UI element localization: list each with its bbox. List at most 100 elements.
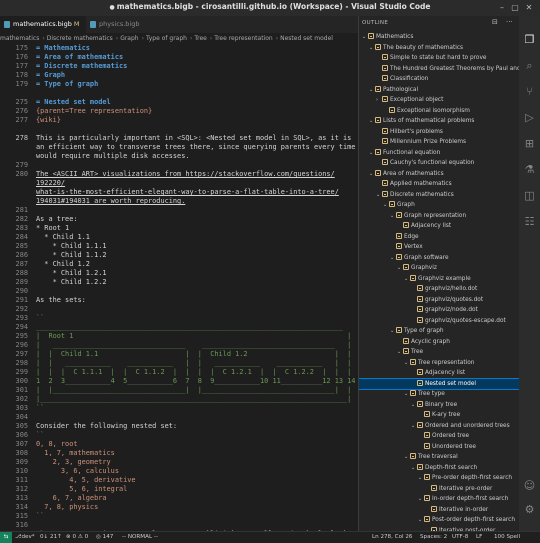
remote-explorer-icon[interactable]: ◫ <box>519 186 540 206</box>
breadcrumb-item[interactable]: Tree representation <box>214 35 272 42</box>
outline-item[interactable]: ⌄ Graph <box>359 200 519 211</box>
breadcrumb-item[interactable]: Graph <box>120 35 138 42</box>
outline-item[interactable]: ⌄ Ordered and unordered trees <box>359 421 519 432</box>
outline-item[interactable]: Adjacency list <box>359 368 519 379</box>
tab-mathematics[interactable]: mathematics.bigb M <box>0 16 86 33</box>
close-window-icon[interactable]: ✕ <box>524 3 534 13</box>
outline-item[interactable]: › Exceptional object <box>359 95 519 106</box>
outline-item[interactable]: Simple to state but hard to prove <box>359 53 519 64</box>
run-debug-icon[interactable]: ▷ <box>519 108 540 128</box>
editor-tab-bar: mathematics.bigb M physics.bigb <box>0 16 358 33</box>
breadcrumb-separator-icon: › <box>189 35 193 42</box>
outline-item[interactable]: Nested set model <box>359 377 519 390</box>
explorer-icon[interactable]: ❐ <box>519 30 540 50</box>
outline-item-label: Exceptional isomorphism <box>397 107 470 114</box>
breadcrumb-item[interactable]: mathematics <box>0 35 39 42</box>
encoding[interactable]: UTF-8 <box>452 532 468 543</box>
tree-view-icon[interactable]: ☷ <box>519 212 540 232</box>
outline-item[interactable]: ⌄ Pre-order depth-first search <box>359 473 519 484</box>
outline-item[interactable]: ⌄ Graph software <box>359 253 519 264</box>
breadcrumb-item[interactable]: Discrete mathematics <box>47 35 113 42</box>
tab-physics[interactable]: physics.bigb <box>86 16 152 33</box>
testing-icon[interactable]: ⚗ <box>519 160 540 180</box>
outline-item[interactable]: ⌄ Type of graph <box>359 326 519 337</box>
search-icon[interactable]: ⌕ <box>519 56 540 76</box>
indentation[interactable]: Spaces: 2 <box>420 532 447 543</box>
info-status[interactable]: ◎ 147 <box>96 532 113 543</box>
outline-item[interactable]: ⌄ Graphviz example <box>359 274 519 285</box>
account-icon[interactable]: ☺ <box>519 476 540 496</box>
outline-item[interactable]: graphviz/hello.dot <box>359 284 519 295</box>
outline-item[interactable]: graphviz/quotes-escape.dot <box>359 316 519 327</box>
outline-item[interactable]: Hilbert's problems <box>359 127 519 138</box>
code-editor[interactable]: 175 = Mathematics 176 = Area of mathematics… <box>0 44 358 531</box>
outline-item[interactable]: ⌄ Tree <box>359 347 519 358</box>
line-text: * Child 1.1.1 <box>36 242 107 250</box>
spell-status[interactable]: 100 Spell <box>494 532 520 543</box>
outline-item[interactable]: Iterative in-order <box>359 505 519 516</box>
outline-item[interactable]: Iterative pre-order <box>359 484 519 495</box>
outline-item[interactable]: Edge <box>359 232 519 243</box>
breadcrumb-item[interactable]: Type of graph <box>146 35 187 42</box>
extensions-icon[interactable]: ⊞ <box>519 134 540 154</box>
outline-item[interactable]: ⌄ Area of mathematics <box>359 169 519 180</box>
outline-item[interactable]: ⌄ The beauty of mathematics <box>359 43 519 54</box>
outline-item[interactable]: ⌄ Graphviz <box>359 263 519 274</box>
outline-item-label: Pathological <box>383 86 419 93</box>
problems-status[interactable]: ⊗ 0 ⚠ 0 <box>66 532 88 543</box>
branch-status[interactable]: ⎇ dev* <box>15 532 35 543</box>
outline-item[interactable]: ⌄ Lists of mathematical problems <box>359 116 519 127</box>
outline-item[interactable]: ⌄ Graph representation <box>359 211 519 222</box>
outline-item-label: Nested set model <box>425 380 477 387</box>
outline-item[interactable]: ⌄ Pathological <box>359 85 519 96</box>
cursor-position[interactable]: Ln 278, Col 26 <box>372 532 412 543</box>
outline-item[interactable]: graphviz/quotes.dot <box>359 295 519 306</box>
line-number: 299 <box>15 368 28 376</box>
outline-item[interactable]: ⌄ Tree representation <box>359 358 519 369</box>
outline-item[interactable]: Acyclic graph <box>359 337 519 348</box>
outline-item[interactable]: ⌄ Binary tree <box>359 400 519 411</box>
outline-item[interactable]: Millennium Prize Problems <box>359 137 519 148</box>
outline-item[interactable]: Adjacency list <box>359 221 519 232</box>
outline-item[interactable]: ⌄ Mathematics <box>359 32 519 43</box>
breadcrumb-separator-icon: › <box>42 35 45 42</box>
breadcrumb-item[interactable]: Tree <box>194 35 207 42</box>
outline-item[interactable]: Applied mathematics <box>359 179 519 190</box>
outline-item[interactable]: graphviz/node.dot <box>359 305 519 316</box>
outline-item[interactable]: ⌄ Discrete mathematics <box>359 190 519 201</box>
outline-item[interactable]: ⌄ In-order depth-first search <box>359 494 519 505</box>
sync-status[interactable]: 0↓ 21↑ <box>40 532 62 543</box>
outline-item[interactable]: The Hundred Greatest Theorems by Paul an… <box>359 64 519 75</box>
outline-item-label: Iterative pre-order <box>439 485 493 492</box>
outline-item-label: K-ary tree <box>432 412 461 418</box>
remote-icon[interactable]: ⇆ <box>0 532 12 543</box>
outline-item[interactable]: Unordered tree <box>359 442 519 453</box>
outline-item[interactable]: K-ary tree <box>359 410 519 421</box>
heading-symbol-icon <box>389 201 395 207</box>
outline-item-label: Ordered tree <box>432 433 470 439</box>
outline-item-label: Millennium Prize Problems <box>390 139 467 145</box>
outline-item[interactable]: Exceptional isomorphism <box>359 106 519 117</box>
settings-gear-icon[interactable]: ⚙ <box>519 500 540 520</box>
outline-item[interactable]: Cauchy's functional equation <box>359 158 519 169</box>
outline-item[interactable]: Ordered tree <box>359 431 519 442</box>
line-number: 279 <box>15 161 28 169</box>
source-control-icon[interactable]: ⑂ <box>519 82 540 102</box>
outline-item[interactable]: ⌄ Post-order depth-first search <box>359 515 519 526</box>
outline-panel: OUTLINE ⊟ ··· ⌄ Mathematics ⌄ The beauty of… <box>359 16 519 531</box>
outline-item[interactable]: Classification <box>359 74 519 85</box>
maximize-icon[interactable]: ▢ <box>510 3 520 13</box>
outline-item[interactable]: ⌄ Tree type <box>359 389 519 400</box>
outline-item-label: Lists of mathematical problems <box>383 118 475 124</box>
minimize-icon[interactable]: – <box>497 3 507 13</box>
heading-symbol-icon <box>403 337 409 344</box>
end-of-line[interactable]: LF <box>476 532 482 543</box>
outline-item[interactable]: Vertex <box>359 242 519 253</box>
more-actions-icon[interactable]: ··· <box>506 18 513 26</box>
collapse-all-icon[interactable]: ⊟ <box>492 18 498 26</box>
outline-item[interactable]: ⌄ Depth-first search <box>359 463 519 474</box>
outline-item[interactable]: ⌄ Functional equation <box>359 148 519 159</box>
breadcrumb-item[interactable]: Nested set model <box>280 35 333 42</box>
line-number: 300 <box>15 377 28 385</box>
outline-item[interactable]: ⌄ Tree traversal <box>359 452 519 463</box>
